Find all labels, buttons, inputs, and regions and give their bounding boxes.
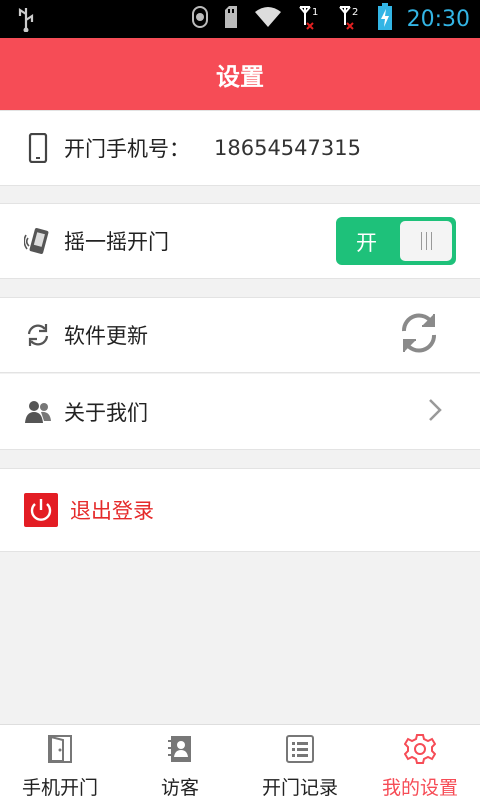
phone-number-value: 18654547315 [214,136,361,160]
sdcard-icon [223,6,239,32]
toggle-state-text: 开 [356,231,377,255]
contacts-icon [165,733,195,765]
app-header: 设置 [0,38,480,110]
tab-open-records[interactable]: 开门记录 [240,725,360,800]
tab-phone-open[interactable]: 手机开门 [0,725,120,800]
signal-sim2-icon: 2 [337,3,363,35]
wifi-icon [253,5,283,33]
software-update-label: 软件更新 [64,324,148,348]
phone-icon [24,133,52,163]
about-us-row[interactable]: 关于我们 [0,374,480,450]
power-icon [24,493,58,527]
tab-my-settings[interactable]: 我的设置 [360,725,480,800]
svg-text:1: 1 [312,7,318,18]
tab-label: 我的设置 [381,777,458,799]
chevron-right-icon [428,398,442,426]
refresh-icon[interactable] [396,310,442,360]
svg-text:2: 2 [352,7,358,18]
software-update-row[interactable]: 软件更新 [0,297,480,373]
refresh-small-icon [24,321,52,349]
tab-label: 访客 [160,777,199,799]
status-bar: 1 2 20:30 [0,0,480,38]
shake-phone-icon [24,227,52,255]
door-icon [45,733,75,765]
logout-row[interactable]: 退出登录 [0,468,480,552]
tab-label: 开门记录 [261,777,338,799]
bottom-tab-bar: 手机开门 访客 开门记录 我的设置 [0,724,480,800]
phone-number-label: 开门手机号： [64,137,190,161]
people-icon [24,398,52,426]
usb-icon [16,6,36,36]
sync-icon [191,4,209,34]
clock: 20:30 [406,6,470,32]
page-title: 设置 [216,62,264,91]
toggle-knob[interactable] [400,221,452,261]
phone-number-row: 开门手机号： 18654547315 [0,110,480,186]
tab-label: 手机开门 [21,777,98,799]
battery-charging-icon [377,3,393,35]
logout-label: 退出登录 [70,499,154,523]
signal-sim1-icon: 1 [297,3,323,35]
tab-visitor[interactable]: 访客 [120,725,240,800]
list-icon [285,733,315,765]
about-us-label: 关于我们 [64,400,148,425]
shake-to-open-label: 摇一摇开门 [64,230,169,254]
gear-icon [404,733,436,765]
shake-toggle-switch[interactable]: 开 [336,217,456,265]
shake-to-open-row: 摇一摇开门 开 [0,203,480,279]
